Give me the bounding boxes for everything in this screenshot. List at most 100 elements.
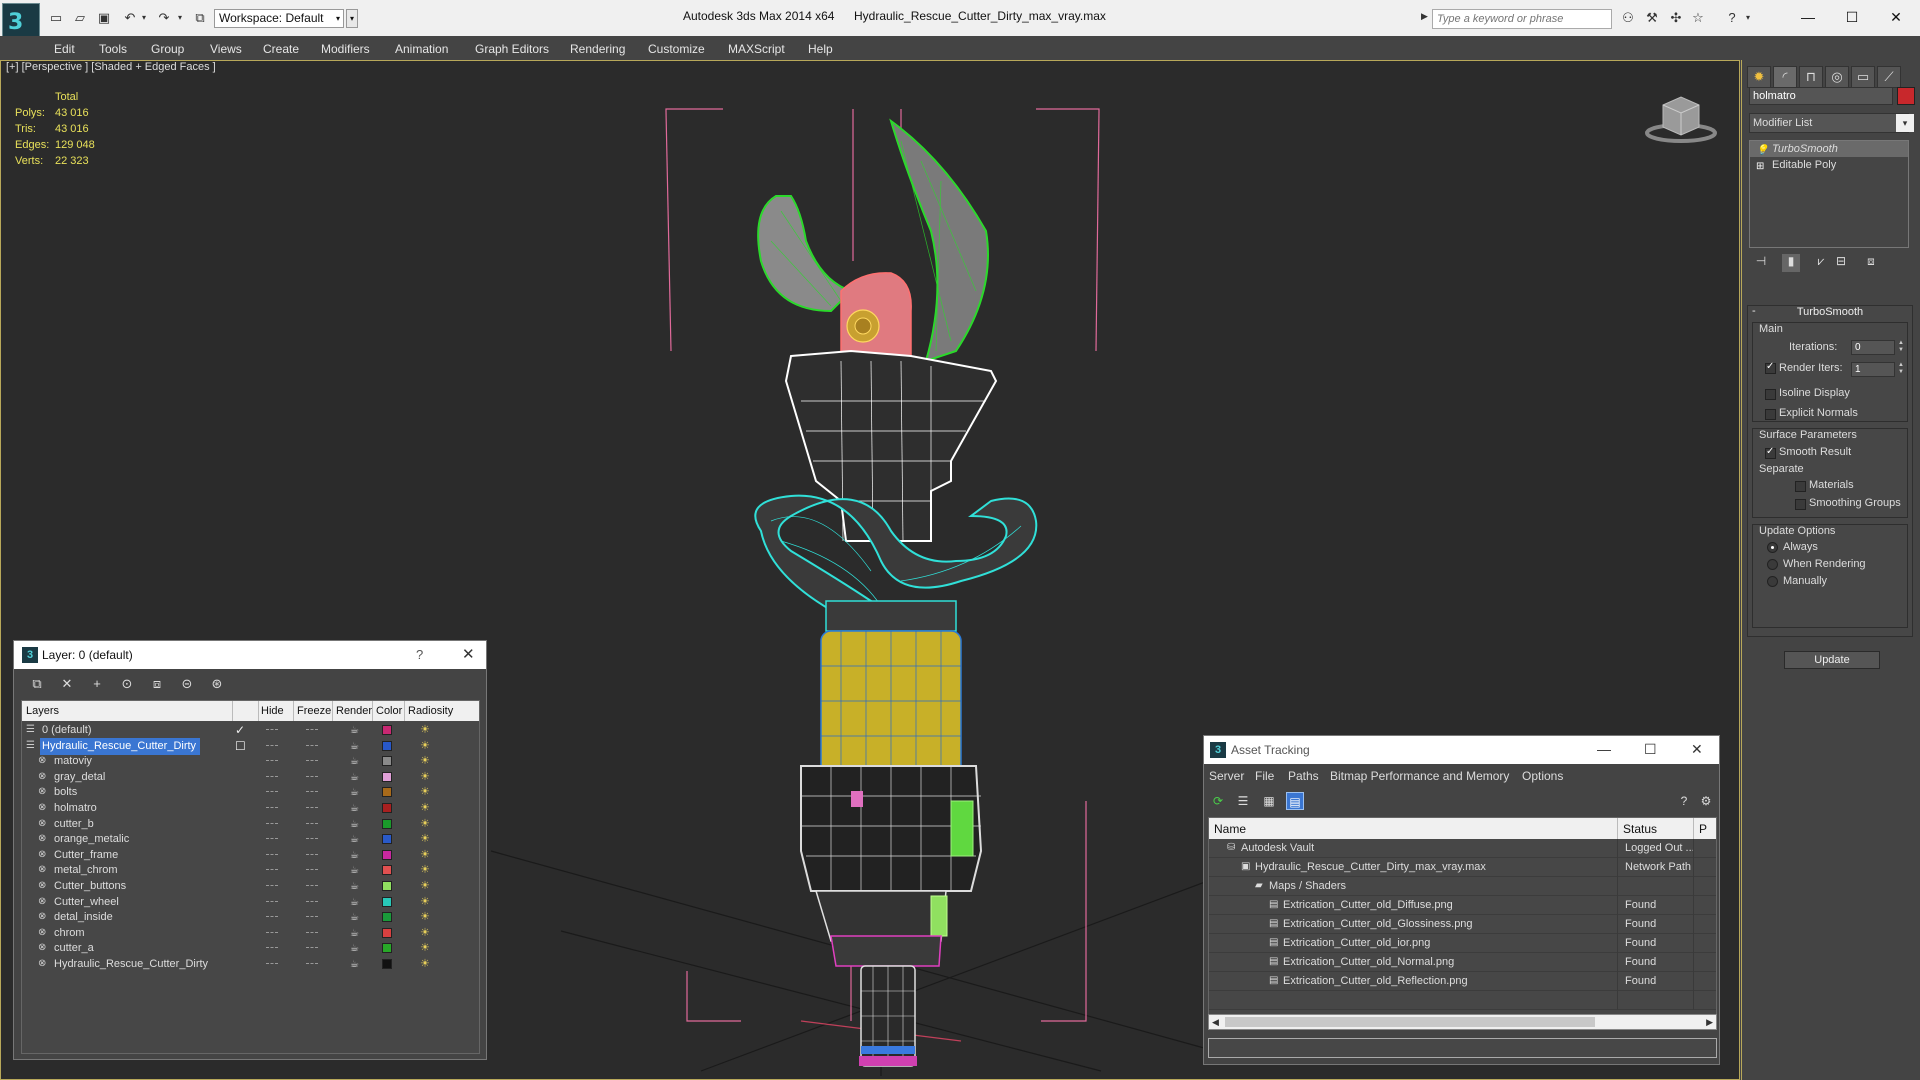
menu-customize[interactable]: Customize [648,42,705,56]
chevron-down-icon[interactable]: ▾ [1896,114,1914,132]
render-teapot-icon[interactable]: ☕ [350,756,359,767]
iterations-spinner[interactable]: 0 [1851,340,1895,355]
asset-tracking-titlebar[interactable]: 3 Asset Tracking — ☐ ✕ [1204,736,1719,764]
hide-toggle[interactable] [266,744,278,746]
scroll-left-icon[interactable]: ◀ [1212,1015,1219,1029]
asset-row[interactable]: ▤ Extrication_Cutter_old_Glossiness.png Fo… [1209,915,1716,934]
render-teapot-icon[interactable]: ☕ [350,834,359,845]
hierarchy-tab-icon[interactable]: ⊓ [1799,66,1823,88]
render-teapot-icon[interactable]: ☕ [350,819,359,830]
freeze-toggle[interactable] [306,822,318,824]
expand-icon[interactable]: ⊞ [1756,159,1764,175]
radiosity-icon[interactable]: ☀ [420,926,430,939]
radiosity-icon[interactable]: ☀ [420,801,430,814]
menu-create[interactable]: Create [263,42,299,56]
help-icon[interactable]: ? [1675,792,1693,810]
create-tab-icon[interactable]: ✹ [1747,66,1771,88]
layer-color-swatch[interactable] [382,865,392,876]
menu-server[interactable]: Server [1209,769,1244,783]
menu-help[interactable]: Help [808,42,833,56]
menu-views[interactable]: Views [210,42,242,56]
menu-modifiers[interactable]: Modifiers [321,42,370,56]
menu-edit[interactable]: Edit [54,42,75,56]
radiosity-icon[interactable]: ☀ [420,739,430,752]
remove-modifier-icon[interactable]: ⊟ [1832,254,1850,272]
freeze-toggle[interactable] [306,760,318,762]
pin-stack-icon[interactable]: ⊣ [1752,254,1770,272]
column-header-path[interactable]: P [1699,822,1707,836]
freeze-toggle[interactable] [306,807,318,808]
highlight-selected-icon[interactable]: ⧈ [148,676,166,694]
freeze-toggle[interactable] [306,853,318,855]
hide-toggle[interactable] [266,963,278,964]
show-end-result-icon[interactable]: ▮ [1782,254,1800,272]
layer-row[interactable]: ⊗ Hydraulic_Rescue_Cutter_Dirty ☕ ☀ [22,955,479,974]
layer-manager-titlebar[interactable]: 3 Layer: 0 (default) ? ✕ [14,641,486,669]
configure-modifier-sets-icon[interactable]: ⧈ [1862,254,1880,272]
radiosity-icon[interactable]: ☀ [420,848,430,861]
display-tab-icon[interactable]: ▭ [1851,66,1875,88]
layer-color-swatch[interactable] [382,771,392,782]
render-teapot-icon[interactable]: ☕ [350,943,359,954]
column-header-render[interactable]: Render [336,705,372,717]
freeze-toggle[interactable] [306,963,318,964]
save-icon[interactable]: ▣ [96,10,112,26]
radiosity-icon[interactable]: ☀ [420,754,430,767]
explicit-normals-checkbox[interactable] [1765,409,1776,420]
refresh-icon[interactable]: ⟳ [1209,792,1227,810]
column-header-hide[interactable]: Hide [261,705,284,717]
smooth-result-checkbox[interactable] [1765,446,1776,459]
radiosity-icon[interactable]: ☀ [420,879,430,892]
menu-paths[interactable]: Paths [1288,769,1319,783]
close-button[interactable]: ✕ [1691,741,1703,758]
render-teapot-icon[interactable]: ☕ [350,803,359,814]
create-layer-icon[interactable]: ⧉ [28,676,46,694]
render-teapot-icon[interactable]: ☕ [350,787,359,798]
asset-row[interactable]: ▤ Extrication_Cutter_old_Normal.png Found [1209,953,1716,972]
hide-toggle[interactable] [266,916,278,918]
radiosity-icon[interactable]: ☀ [420,770,430,783]
render-teapot-icon[interactable]: ☕ [350,772,359,783]
object-name-field[interactable]: holmatro [1749,87,1893,105]
layer-color-swatch[interactable] [382,756,392,767]
radiosity-icon[interactable]: ☀ [420,863,430,876]
menu-bitmap-performance[interactable]: Bitmap Performance and Memory [1330,769,1509,783]
layer-color-swatch[interactable] [382,943,392,954]
scrollbar-thumb[interactable] [1225,1017,1595,1027]
layer-color-swatch[interactable] [382,927,392,938]
menu-maxscript[interactable]: MAXScript [728,42,785,56]
hide-toggle[interactable] [266,822,278,824]
layer-color-swatch[interactable] [382,803,392,813]
spinner-arrows-icon[interactable]: ▲ ▼ [1897,362,1905,377]
horizontal-scrollbar[interactable]: ◀ ▶ [1208,1014,1717,1030]
thumbnail-view-icon[interactable]: ▦ [1260,792,1278,810]
asset-row[interactable]: ▣ Hydraulic_Rescue_Cutter_Dirty_max_vray.… [1209,858,1716,877]
layer-name[interactable]: Hydraulic_Rescue_Cutter_Dirty [52,956,212,973]
undo-dropdown-icon[interactable]: ▾ [136,10,152,26]
materials-checkbox[interactable] [1795,481,1806,492]
freeze-toggle[interactable] [306,791,318,793]
minimize-button[interactable]: — [1597,741,1611,757]
hide-toggle[interactable] [266,869,278,871]
new-file-icon[interactable]: ▭ [48,10,64,26]
list-view-icon[interactable]: ☰ [1234,792,1252,810]
layer-color-swatch[interactable] [382,834,392,845]
current-layer-check-icon[interactable]: ✓ [235,723,245,737]
scroll-right-icon[interactable]: ▶ [1706,1015,1713,1029]
layer-color-swatch[interactable] [382,881,392,891]
search-expand-icon[interactable]: ▶ [1421,11,1428,22]
redo-icon[interactable]: ↷ [156,10,172,26]
render-iters-spinner[interactable]: 1 [1851,362,1895,377]
hide-toggle[interactable] [266,947,278,949]
column-header-name[interactable]: Name [1214,822,1246,836]
column-header-freeze[interactable]: Freeze [297,705,331,717]
search-input[interactable] [1432,9,1612,29]
project-folder-icon[interactable]: ⧉ [192,10,208,26]
menu-options[interactable]: Options [1522,769,1563,783]
set-current-box-icon[interactable]: ☐ [235,739,246,753]
motion-tab-icon[interactable]: ◎ [1825,66,1849,88]
modifier-list-dropdown[interactable]: Modifier List [1749,113,1909,133]
hide-toggle[interactable] [266,791,278,793]
column-header-layers[interactable]: Layers [26,705,59,717]
menu-rendering[interactable]: Rendering [570,42,625,56]
